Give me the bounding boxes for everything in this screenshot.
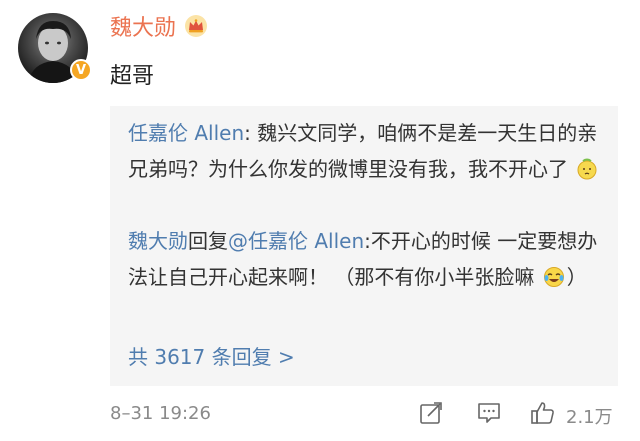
reply-author-link[interactable]: 魏大勋 <box>128 229 188 253</box>
crown-icon <box>185 15 208 37</box>
username-link[interactable]: 魏大勋 <box>110 10 176 42</box>
comment-footer: 8–31 19:26 2.1万 <box>110 400 620 430</box>
comment-icon[interactable] <box>476 400 502 426</box>
reply-tail: ） <box>566 265 587 289</box>
reply-author-link[interactable]: 任嘉伦 Allen <box>128 121 244 145</box>
more-replies-link[interactable]: 共 3617 条回复 > <box>128 339 295 375</box>
share-icon[interactable] <box>418 400 444 426</box>
thumbs-up-icon[interactable] <box>530 400 556 426</box>
reply-item: 魏大勋回复@任嘉伦 Allen:不开心的时候 一定要想办法让自己开心起来啊！ （… <box>128 223 608 295</box>
reply-separator: : <box>244 121 258 145</box>
avatar[interactable]: V <box>18 13 92 83</box>
crying-laughing-face-icon <box>543 267 564 287</box>
like-count[interactable]: 2.1万 <box>566 403 613 429</box>
username-row: 魏大勋 <box>110 10 208 42</box>
reply-action: 回复 <box>188 229 228 253</box>
comment-text: 超哥 <box>110 64 155 89</box>
pouting-face-icon <box>577 158 597 180</box>
reply-item: 任嘉伦 Allen: 魏兴文同学，咱俩不是差一天生日的亲兄弟吗？为什么你发的微博… <box>128 115 608 187</box>
timestamp: 8–31 19:26 <box>110 403 211 424</box>
verified-badge-icon: V <box>70 59 92 81</box>
reply-mention-link[interactable]: @任嘉伦 Allen <box>228 229 364 253</box>
replies-box[interactable]: 任嘉伦 Allen: 魏兴文同学，咱俩不是差一天生日的亲兄弟吗？为什么你发的微博… <box>110 106 618 386</box>
